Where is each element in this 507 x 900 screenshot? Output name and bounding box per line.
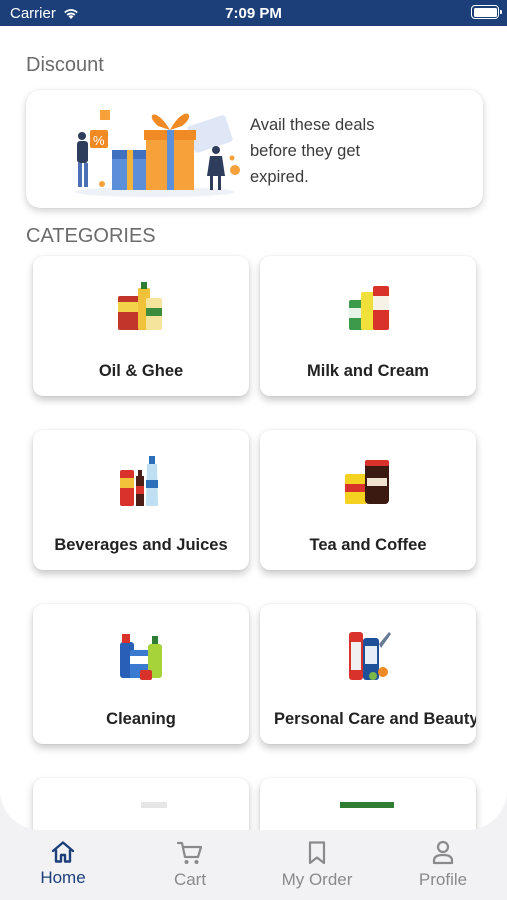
discount-banner[interactable]: % Avail these deals before they get expi… [26,90,483,208]
category-thumb-partial [141,802,167,808]
category-label: Personal Care and Beauty [274,710,476,728]
category-label: Cleaning [106,710,176,728]
category-label: Oil & Ghee [98,362,184,380]
category-label: Beverages and Juices [54,536,228,554]
svg-text:%: % [93,133,105,148]
personal-care-products-icon [349,632,391,680]
beverage-bottles-icon [120,456,158,506]
tab-label: My Order [281,870,353,889]
main-content: Discount % Avail these deals before they… [0,26,507,830]
category-card-partial[interactable] [260,778,476,830]
discount-banner-text: Avail these deals before they get expire… [250,116,375,186]
tea-coffee-products-icon [345,460,389,504]
category-card-personal-care[interactable]: Personal Care and Beauty [260,604,476,744]
status-bar: Carrier 7:09 PM [0,0,507,26]
tab-label: Cart [173,870,207,889]
person-icon [432,840,454,865]
milk-cream-products-icon [349,286,389,330]
tab-cart[interactable]: Cart [135,840,245,890]
tab-my-order[interactable]: My Order [262,840,372,890]
tab-profile[interactable]: Profile [388,840,498,890]
status-time: 7:09 PM [225,5,282,22]
cleaning-products-icon [120,634,162,680]
category-card-milk-cream[interactable]: Milk and Cream [260,256,476,396]
discount-section-title: Discount [26,54,104,76]
home-icon [51,841,75,863]
categories-section-title: CATEGORIES [26,225,156,247]
cart-icon [176,841,203,864]
bottom-tab-bar: Home Cart My Order Profile [0,830,507,900]
oil-ghee-products-icon [118,282,162,330]
battery-icon [471,5,502,19]
category-card-partial[interactable] [33,778,249,830]
category-label: Tea and Coffee [309,536,427,554]
tab-label: Profile [418,870,468,889]
gift-boxes-illustration: % [75,110,240,197]
category-card-beverages-juices[interactable]: Beverages and Juices [33,430,249,570]
category-card-cleaning[interactable]: Cleaning [33,604,249,744]
category-label: Milk and Cream [307,362,429,380]
category-card-oil-ghee[interactable]: Oil & Ghee [33,256,249,396]
tab-label: Home [40,868,86,887]
category-thumb-partial [340,802,394,808]
category-card-tea-coffee[interactable]: Tea and Coffee [260,430,476,570]
bookmark-icon [308,841,326,865]
tab-home[interactable]: Home [8,840,118,888]
